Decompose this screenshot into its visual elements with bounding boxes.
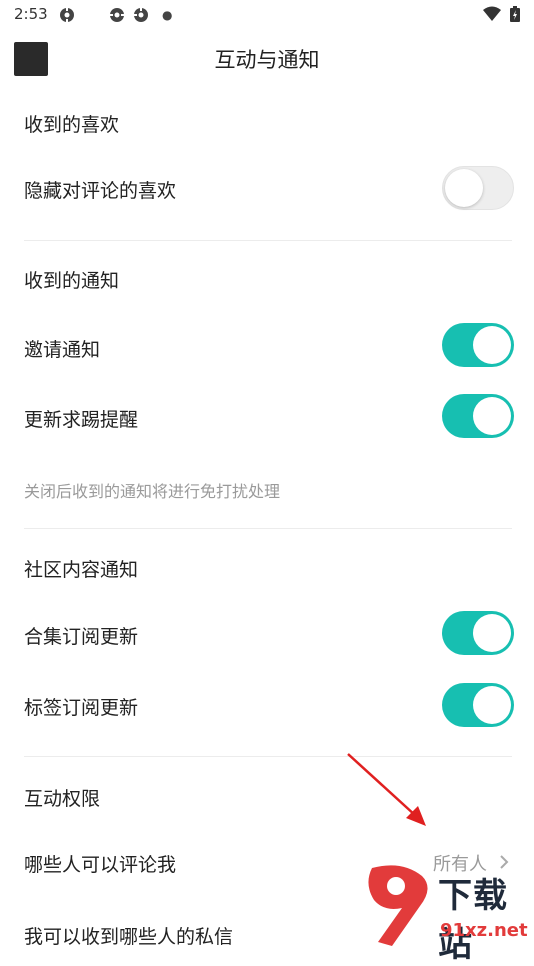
battery-icon (510, 6, 520, 22)
page-title: 互动与通知 (214, 48, 320, 72)
toggle-knob (473, 326, 511, 364)
row-label-tag: 标签订阅更新 (24, 697, 139, 719)
toggle-knob (473, 397, 511, 435)
watermark-url: 91xz.net (440, 920, 528, 941)
toggle-invite[interactable] (442, 323, 514, 367)
toggle-knob (473, 686, 511, 724)
watermark-logo-icon (368, 865, 428, 946)
app-icon (60, 7, 74, 23)
toggle-update-request[interactable] (442, 394, 514, 438)
status-bar: 2:53 ● (0, 0, 534, 30)
app-icon (133, 7, 148, 22)
app-icon (109, 8, 125, 22)
wifi-icon (482, 6, 501, 21)
status-right (482, 6, 520, 26)
toggle-hide-comment-likes[interactable] (442, 166, 514, 210)
toggle-knob (473, 614, 511, 652)
section-title-likes: 收到的喜欢 (24, 114, 120, 136)
divider (24, 528, 512, 529)
notification-dot: ● (162, 8, 173, 22)
row-label-update-request: 更新求踢提醒 (24, 409, 139, 431)
divider (24, 756, 512, 757)
section-title-permissions: 互动权限 (24, 788, 101, 810)
row-label-who-can-comment[interactable]: 哪些人可以评论我 (24, 850, 176, 877)
section-title-community: 社区内容通知 (24, 559, 139, 581)
row-label-hide-comment-likes: 隐藏对评论的喜欢 (24, 180, 177, 202)
watermark: 下载站 91xz.net (362, 862, 534, 965)
toggle-tag[interactable] (442, 683, 514, 727)
notifications-hint: 关闭后收到的通知将进行免打扰处理 (24, 482, 281, 501)
toggle-collection[interactable] (442, 611, 514, 655)
divider (24, 240, 512, 241)
row-label-private-messages[interactable]: 我可以收到哪些人的私信 (24, 922, 233, 949)
row-label-invite: 邀请通知 (24, 339, 101, 361)
toggle-knob (445, 169, 483, 207)
row-label-collection: 合集订阅更新 (24, 626, 139, 648)
arrow-pointer-icon (347, 753, 426, 826)
app-bar: 互动与通知 (0, 34, 534, 86)
section-title-notifications: 收到的通知 (24, 270, 120, 292)
status-time: 2:53 (14, 5, 48, 23)
watermark-title: 下载站 (438, 876, 508, 965)
